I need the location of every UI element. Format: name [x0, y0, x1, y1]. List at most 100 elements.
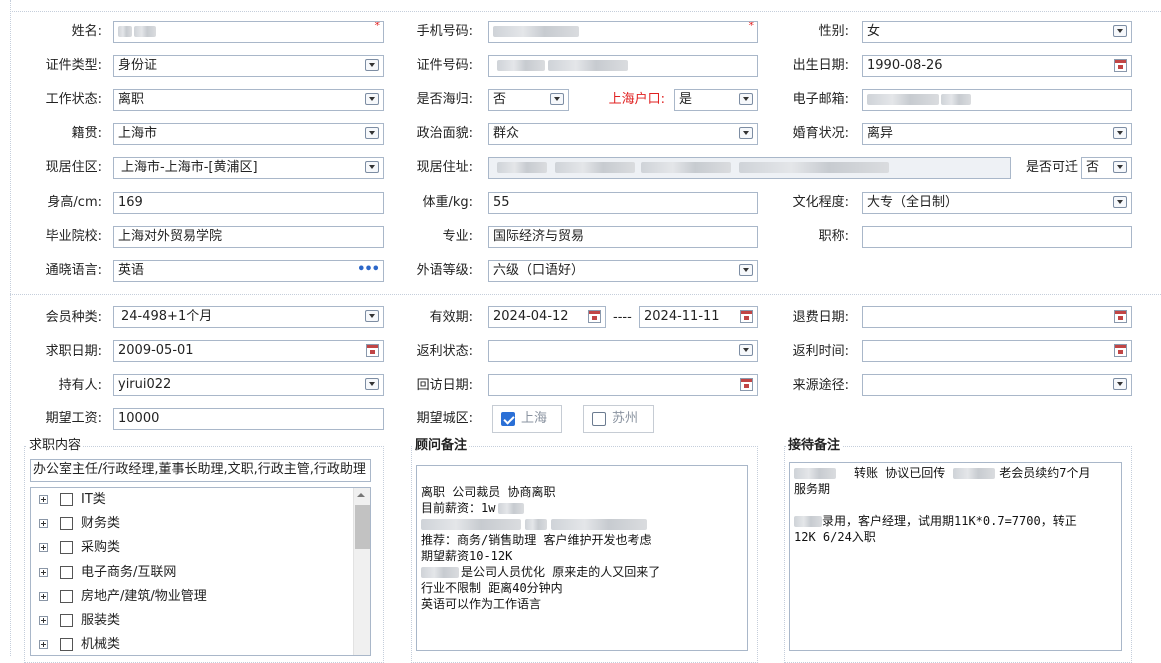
checkbox-icon[interactable] — [60, 614, 73, 627]
languages-input[interactable]: 英语 ••• — [113, 260, 384, 282]
checkbox-icon[interactable] — [60, 541, 73, 554]
residence-address-input[interactable] — [488, 157, 1011, 179]
chevron-down-icon[interactable] — [1113, 127, 1127, 139]
chevron-down-icon[interactable] — [365, 127, 379, 139]
relocate-select[interactable]: 否 — [1081, 157, 1132, 179]
checkbox-icon[interactable] — [60, 566, 73, 579]
checkbox-icon[interactable] — [60, 590, 73, 603]
chevron-down-icon[interactable] — [365, 93, 379, 105]
school-input[interactable]: 上海对外贸易学院 — [113, 226, 384, 248]
tree-scrollbar[interactable] — [353, 488, 370, 655]
rebate-status-select[interactable] — [488, 340, 758, 362]
political-select[interactable]: 群众 — [488, 123, 758, 145]
city-option-label: 苏州 — [612, 411, 639, 426]
chevron-down-icon[interactable] — [365, 378, 379, 390]
chevron-down-icon[interactable] — [550, 93, 564, 105]
calendar-icon[interactable] — [1114, 59, 1127, 72]
job-date-input[interactable]: 2009-05-01 — [113, 340, 384, 362]
residence-area-label: 现居住区: — [45, 160, 102, 175]
work-status-select[interactable]: 离职 — [113, 89, 384, 111]
calendar-icon[interactable] — [588, 310, 601, 323]
calendar-icon[interactable] — [740, 378, 753, 391]
foreign-level-select[interactable]: 六级（口语好） — [488, 260, 758, 282]
checkbox-checked-icon[interactable] — [501, 412, 515, 426]
major-input[interactable]: 国际经济与贸易 — [488, 226, 758, 248]
title-label: 职称: — [818, 229, 849, 244]
checkbox-icon[interactable] — [60, 517, 73, 530]
id-number-input[interactable] — [488, 55, 758, 77]
source-select[interactable] — [862, 374, 1132, 396]
email-input[interactable] — [862, 89, 1132, 111]
title-input[interactable] — [862, 226, 1132, 248]
job-date-label: 求职日期: — [45, 344, 102, 359]
birth-date-value: 1990-08-26 — [867, 58, 943, 73]
chevron-down-icon[interactable] — [365, 59, 379, 71]
height-input[interactable]: 169 — [113, 192, 384, 214]
id-type-select[interactable]: 身份证 — [113, 55, 384, 77]
chevron-down-icon[interactable] — [739, 127, 753, 139]
education-select[interactable]: 大专（全日制） — [862, 192, 1132, 214]
tree-expand-icon[interactable] — [39, 568, 48, 577]
note-line: 服务期 — [794, 482, 831, 496]
member-type-select[interactable]: 24-498+1个月 — [113, 306, 384, 328]
calendar-icon[interactable] — [1114, 310, 1127, 323]
job-summary-field[interactable]: 办公室主任/行政经理,董事长助理,文职,行政主管,行政助理 — [30, 459, 371, 482]
residence-area-select[interactable]: 上海市-上海市-[黄浦区] — [113, 157, 384, 179]
scroll-up-icon[interactable] — [357, 493, 365, 497]
political-value: 群众 — [493, 126, 520, 141]
salary-value: 10000 — [118, 411, 160, 426]
valid-start-value: 2024-04-12 — [493, 309, 569, 324]
gender-select[interactable]: 女 — [862, 21, 1132, 43]
period-separator: ---- — [613, 310, 632, 325]
native-place-select[interactable]: 上海市 — [113, 123, 384, 145]
job-category-tree: IT类 财务类 采购类 电子商务/互联网 房地产/建筑/物业管理 服装类 机械类 — [30, 487, 371, 656]
ellipsis-icon[interactable]: ••• — [357, 261, 380, 279]
tree-expand-icon[interactable] — [39, 495, 48, 504]
reception-notes-textarea[interactable]: 转账 协议已回传 老会员续约7个月 服务期 录用，客户经理，试用期11K*0.7=… — [789, 462, 1122, 651]
chevron-down-icon[interactable] — [1113, 378, 1127, 390]
holder-select[interactable]: yirui022 — [113, 374, 384, 396]
city-option-shanghai[interactable]: 上海 — [492, 405, 562, 433]
valid-start-input[interactable]: 2024-04-12 — [488, 306, 606, 328]
calendar-icon[interactable] — [366, 344, 379, 357]
calendar-icon[interactable] — [1114, 344, 1127, 357]
chevron-down-icon[interactable] — [365, 310, 379, 322]
scrollbar-thumb[interactable] — [355, 505, 370, 549]
checkbox-icon[interactable] — [592, 412, 606, 426]
city-option-suzhou[interactable]: 苏州 — [583, 405, 654, 433]
chevron-down-icon[interactable] — [365, 161, 379, 173]
tree-expand-icon[interactable] — [39, 616, 48, 625]
reception-notes-header: 接待备注 — [786, 438, 843, 454]
tree-expand-icon[interactable] — [39, 592, 48, 601]
rebate-time-input[interactable] — [862, 340, 1132, 362]
chevron-down-icon[interactable] — [739, 264, 753, 276]
birth-date-input[interactable]: 1990-08-26 — [862, 55, 1132, 77]
chevron-down-icon[interactable] — [1113, 161, 1127, 173]
tree-expand-icon[interactable] — [39, 519, 48, 528]
shanghai-hukou-select[interactable]: 是 — [674, 89, 758, 111]
required-mark: * — [748, 21, 755, 32]
checkbox-icon[interactable] — [60, 638, 73, 651]
tree-item-label: 机械类 — [81, 637, 121, 652]
returnee-select[interactable]: 否 — [488, 89, 569, 111]
chevron-down-icon[interactable] — [739, 344, 753, 356]
weight-input[interactable]: 55 — [488, 192, 758, 214]
phone-input[interactable]: * — [488, 21, 758, 43]
calendar-icon[interactable] — [740, 310, 753, 323]
school-label: 毕业院校: — [45, 229, 102, 244]
chevron-down-icon[interactable] — [739, 93, 753, 105]
tree-expand-icon[interactable] — [39, 640, 48, 649]
chevron-down-icon[interactable] — [1113, 25, 1127, 37]
refund-date-input[interactable] — [862, 306, 1132, 328]
revisit-date-input[interactable] — [488, 374, 758, 396]
tree-item-label: 采购类 — [81, 540, 121, 555]
revisit-date-label: 回访日期: — [416, 378, 473, 393]
checkbox-icon[interactable] — [60, 493, 73, 506]
valid-end-input[interactable]: 2024-11-11 — [639, 306, 758, 328]
consultant-notes-textarea[interactable]: 离职 公司裁员 协商离职 目前薪资：1w 推荐：商务/销售助理 客户维护开发也考… — [416, 465, 748, 651]
tree-expand-icon[interactable] — [39, 543, 48, 552]
chevron-down-icon[interactable] — [1113, 196, 1127, 208]
name-input[interactable]: * — [113, 21, 384, 43]
marital-select[interactable]: 离异 — [862, 123, 1132, 145]
salary-input[interactable]: 10000 — [113, 408, 384, 430]
